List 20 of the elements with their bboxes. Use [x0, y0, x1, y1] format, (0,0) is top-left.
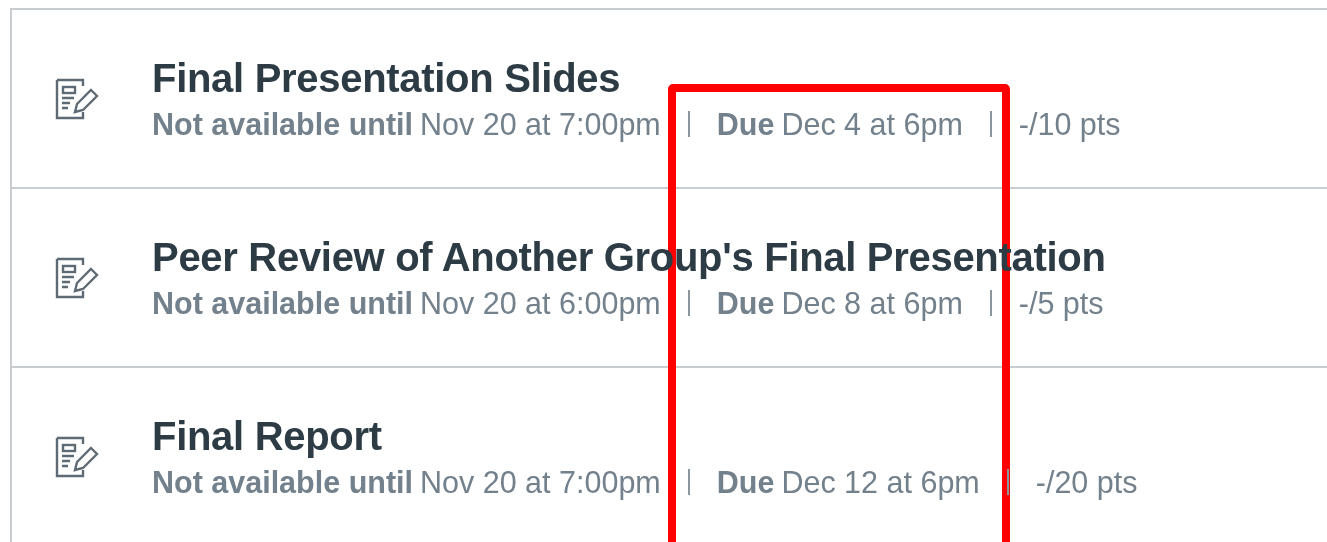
due-date: Dec 12 at 6pm — [781, 464, 980, 500]
availability-date: Nov 20 at 7:00pm — [420, 464, 661, 500]
assignment-icon — [55, 77, 99, 120]
availability-label: Not available until — [152, 464, 413, 500]
assignment-icon — [55, 435, 99, 478]
availability-date: Nov 20 at 7:00pm — [420, 106, 661, 142]
points-text: -/5 pts — [1018, 285, 1104, 321]
availability-label: Not available until — [152, 106, 413, 142]
assignment-title-link[interactable]: Final Report — [152, 413, 1138, 459]
due-label: Due — [716, 464, 775, 500]
assignment-icon — [55, 256, 99, 299]
availability-label: Not available until — [152, 285, 413, 321]
due-date: Dec 4 at 6pm — [781, 106, 963, 142]
due-label: Due — [716, 285, 775, 321]
due-date: Dec 8 at 6pm — [781, 285, 963, 321]
points-text: -/20 pts — [1035, 464, 1138, 500]
points-text: -/10 pts — [1018, 106, 1121, 142]
availability-date: Nov 20 at 6:00pm — [420, 285, 661, 321]
due-label: Due — [716, 106, 775, 142]
assignment-title-link[interactable]: Final Presentation Slides — [152, 55, 1121, 101]
